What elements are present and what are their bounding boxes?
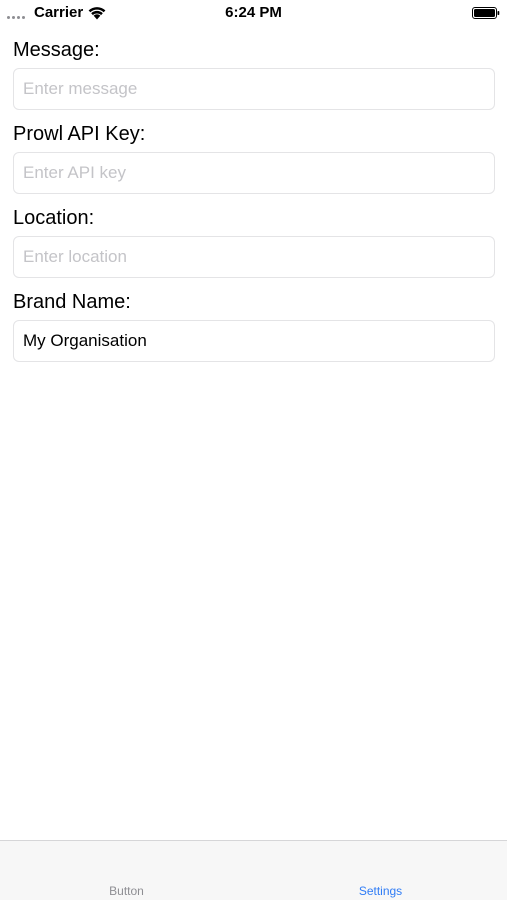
settings-form: Message: Prowl API Key: Location: Brand … bbox=[13, 38, 495, 374]
brand-name-input[interactable] bbox=[13, 320, 495, 362]
brand-name-label: Brand Name: bbox=[13, 291, 131, 313]
location-input[interactable] bbox=[13, 236, 495, 278]
tab-button[interactable]: Button bbox=[0, 841, 253, 900]
tab-settings[interactable]: Settings bbox=[254, 841, 507, 900]
status-time: 6:24 PM bbox=[225, 4, 282, 21]
location-label: Location: bbox=[13, 207, 95, 229]
tab-bar: Button Settings bbox=[0, 840, 507, 900]
tab-button-label: Button bbox=[109, 884, 144, 898]
message-label: Message: bbox=[13, 39, 100, 61]
battery-icon bbox=[472, 7, 500, 19]
prowl-api-key-input[interactable] bbox=[13, 152, 495, 194]
app-screen: Carrier 6:24 PM Message: Prowl API Key: … bbox=[0, 0, 507, 900]
status-bar: Carrier 6:24 PM bbox=[0, 0, 507, 26]
tab-settings-label: Settings bbox=[358, 884, 403, 898]
message-input[interactable] bbox=[13, 68, 495, 110]
prowl-api-key-label: Prowl API Key: bbox=[13, 123, 146, 145]
